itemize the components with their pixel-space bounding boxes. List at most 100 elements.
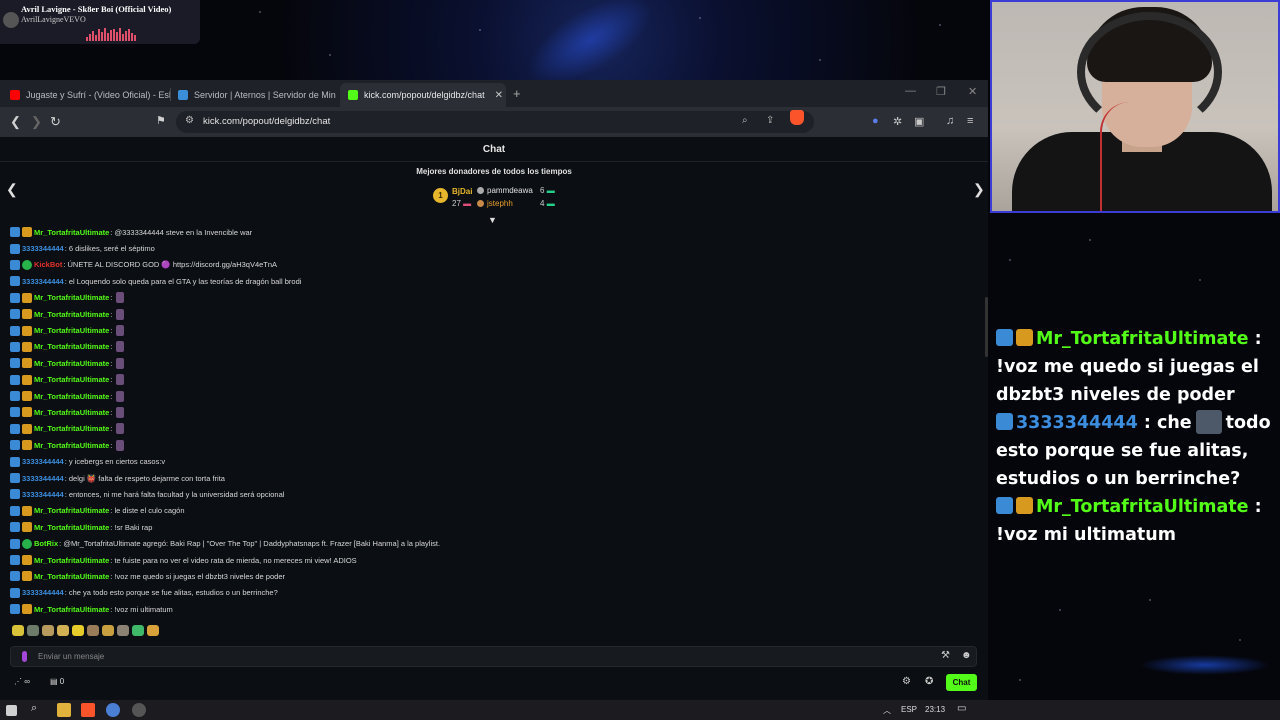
chat-username[interactable]: 3333344444	[22, 474, 64, 483]
emote-icon[interactable]	[147, 625, 159, 636]
mic-icon[interactable]	[22, 651, 27, 662]
emote-icon[interactable]	[117, 625, 129, 636]
vpn-icon[interactable]: ●	[872, 115, 879, 127]
now-playing-title: Avril Lavigne - Sk8er Boi (Official Vide…	[21, 4, 172, 14]
chat-username[interactable]: Mr_TortafritaUltimate	[34, 228, 109, 237]
url-field[interactable]: ⚙ kick.com/popout/delgidbz/chat ⌕ ⇪	[176, 111, 814, 133]
notifications-icon[interactable]: ▭	[957, 703, 966, 714]
chat-username[interactable]: 3333344444	[22, 277, 64, 286]
language-indicator[interactable]: ESP	[901, 705, 917, 714]
chat-username[interactable]: Mr_TortafritaUltimate	[34, 408, 109, 417]
tray-chevron-icon[interactable]: ︿	[883, 705, 891, 716]
close-tab-icon[interactable]: ✕	[495, 90, 503, 101]
vip-crown-icon	[22, 423, 32, 434]
chat-username[interactable]: Mr_TortafritaUltimate	[34, 424, 109, 433]
chrome-icon[interactable]	[106, 703, 120, 717]
gift-indicator[interactable]: ▤ 0	[50, 677, 64, 686]
donor-name: pammdeawa	[487, 186, 533, 195]
chat-username[interactable]: 3333344444	[22, 588, 64, 597]
tab-kick-chat[interactable]: kick.com/popout/delgidbz/chat ✕	[340, 83, 506, 107]
settings-gear-icon[interactable]: ⚙	[902, 676, 911, 687]
now-playing-widget: Avril Lavigne - Sk8er Boi (Official Vide…	[0, 0, 200, 44]
emote-icon[interactable]	[42, 625, 54, 636]
chat-username[interactable]: BotRix	[34, 539, 58, 548]
chat-username[interactable]: Mr_TortafritaUltimate	[34, 605, 109, 614]
obs-icon[interactable]	[132, 703, 146, 717]
emote-icon[interactable]	[132, 625, 144, 636]
close-window-icon[interactable]: ✕	[968, 85, 977, 98]
chat-message: Mr_TortafritaUltimate: @3333344444 steve…	[10, 224, 970, 240]
command-icon[interactable]: ⚒	[941, 650, 950, 661]
emote-icon[interactable]	[72, 625, 84, 636]
chat-message: Mr_TortafritaUltimate:	[10, 388, 970, 404]
back-icon[interactable]: ❮	[10, 114, 21, 130]
brave-browser-icon[interactable]	[81, 703, 95, 717]
file-explorer-icon[interactable]	[57, 703, 71, 717]
search-icon[interactable]: ⌕	[31, 702, 37, 715]
new-tab-button[interactable]: +	[513, 86, 521, 101]
chat-username[interactable]: Mr_TortafritaUltimate	[34, 359, 109, 368]
donor-row[interactable]: pammdeawa	[477, 186, 533, 195]
tab-youtube[interactable]: Jugaste y Sufrí - (Video Oficial) - Esla	[2, 83, 170, 107]
overlay-separator: :	[1248, 497, 1262, 517]
aternos-icon	[178, 90, 188, 100]
chat-message-text: : el Loquendo solo queda para el GTA y l…	[64, 276, 302, 286]
media-icon[interactable]: ♫	[946, 115, 954, 127]
sidebar-icon[interactable]: ▣	[914, 115, 924, 128]
chat-username[interactable]: Mr_TortafritaUltimate	[34, 310, 109, 319]
tab-label: Servidor | Aternos | Servidor de Mine	[194, 90, 336, 100]
chat-username[interactable]: Mr_TortafritaUltimate	[34, 523, 109, 532]
clock[interactable]: 23:13	[925, 705, 945, 714]
emote-icon[interactable]	[102, 625, 114, 636]
chat-username[interactable]: 3333344444	[22, 490, 64, 499]
chat-username[interactable]: KickBot	[34, 260, 62, 269]
chat-username[interactable]: Mr_TortafritaUltimate	[34, 375, 109, 384]
next-arrow-icon[interactable]: ❯	[973, 181, 985, 198]
chat-username[interactable]: Mr_TortafritaUltimate	[34, 506, 109, 515]
chat-message: Mr_TortafritaUltimate: te fuiste para no…	[10, 552, 970, 568]
emote-icon[interactable]	[57, 625, 69, 636]
emoji-icon[interactable]: ☻	[961, 650, 972, 661]
chat-message-text: : 6 dislikes, seré el séptimo	[64, 244, 155, 254]
donor-row[interactable]: jstephh	[477, 199, 513, 208]
vip-crown-icon	[22, 407, 32, 418]
menu-icon[interactable]: ≡	[967, 115, 973, 127]
chat-username[interactable]: Mr_TortafritaUltimate	[34, 572, 109, 581]
chat-username[interactable]: Mr_TortafritaUltimate	[34, 293, 109, 302]
forward-icon[interactable]: ❯	[31, 114, 42, 130]
windows-start-icon[interactable]	[6, 705, 17, 716]
message-input[interactable]: Enviar un mensaje ⚒ ☻	[10, 646, 977, 667]
moderation-icon[interactable]: ✪	[925, 676, 933, 687]
chat-username[interactable]: 3333344444	[22, 457, 64, 466]
tab-aternos[interactable]: Servidor | Aternos | Servidor de Mine	[170, 83, 336, 107]
chat-username[interactable]: Mr_TortafritaUltimate	[34, 441, 109, 450]
chat-message-text: : @3333344444 steve en la Invencible war	[110, 227, 253, 237]
vip-crown-icon	[22, 505, 32, 516]
chat-username[interactable]: Mr_TortafritaUltimate	[34, 392, 109, 401]
extensions-icon[interactable]: ✲	[893, 115, 902, 128]
nebula-glow-bottom	[1140, 655, 1270, 675]
emote-icon[interactable]	[27, 625, 39, 636]
zoom-icon[interactable]: ⌕	[742, 115, 748, 126]
scrollbar[interactable]	[985, 297, 988, 357]
site-info-icon[interactable]: ⚙	[185, 115, 194, 126]
minimize-icon[interactable]: —	[905, 85, 916, 97]
emote-icon	[116, 341, 125, 353]
chat-username[interactable]: Mr_TortafritaUltimate	[34, 342, 109, 351]
send-chat-button[interactable]: Chat	[946, 674, 977, 691]
reload-icon[interactable]: ↻	[50, 114, 61, 130]
prev-arrow-icon[interactable]: ❮	[6, 181, 18, 198]
brave-shields-icon[interactable]	[790, 110, 804, 125]
donor-name[interactable]: BjDai	[452, 187, 472, 196]
emote-icon[interactable]	[87, 625, 99, 636]
restore-icon[interactable]: ❐	[936, 85, 946, 98]
bookmark-icon[interactable]: ⚑	[156, 114, 166, 127]
share-icon[interactable]: ⇪	[766, 115, 774, 126]
emote-icon[interactable]	[12, 625, 24, 636]
overlay-username: 3333344444	[1016, 413, 1138, 433]
chat-username[interactable]: Mr_TortafritaUltimate	[34, 326, 109, 335]
chat-username[interactable]: 3333344444	[22, 244, 64, 253]
chat-username[interactable]: Mr_TortafritaUltimate	[34, 556, 109, 565]
og-badge-icon	[996, 497, 1013, 514]
viewer-indicator[interactable]: ⋰ ∞	[14, 677, 30, 686]
